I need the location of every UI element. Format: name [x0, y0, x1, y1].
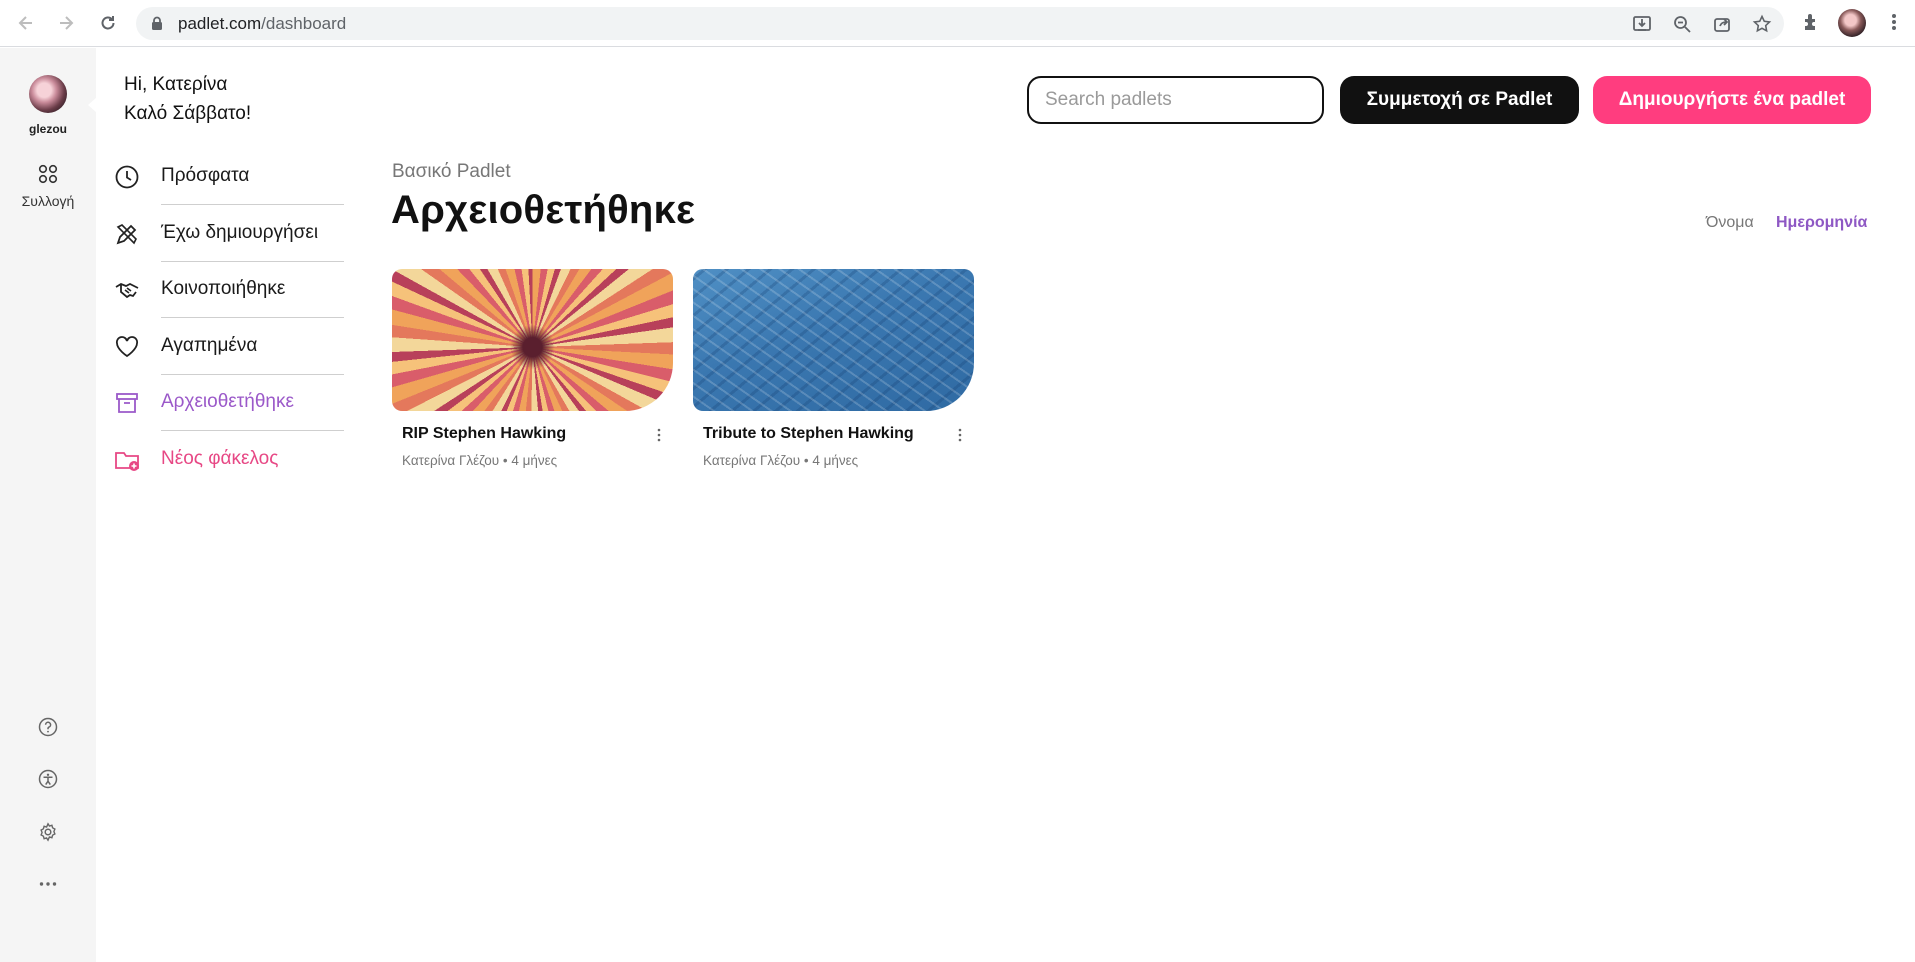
nav-item-label: Έχω δημιουργήσει [161, 221, 319, 243]
page-title: Αρχειοθετήθηκε [391, 188, 696, 232]
nav-divider [161, 317, 344, 318]
rail-username: glezou [29, 122, 67, 136]
greeting-day: Καλό Σάββατο! [124, 103, 252, 124]
nav-item-label: Κοινοποιήθηκε [161, 278, 286, 299]
more-vertical-icon[interactable] [952, 427, 968, 443]
padlet-meta: Κατερίνα Γλέζου • 4 μήνες [402, 453, 558, 468]
extensions-icon[interactable] [1801, 11, 1823, 33]
lock-icon [152, 16, 162, 30]
search-input[interactable] [1027, 76, 1324, 124]
accessibility-icon[interactable] [38, 769, 58, 789]
handshake-icon [115, 282, 139, 299]
nav-divider [161, 260, 344, 262]
clock-icon [115, 165, 139, 189]
nav-item-created[interactable]: Έχω δημιουργήσει [114, 215, 344, 272]
nav-divider [161, 373, 344, 375]
rail-notch [88, 98, 96, 112]
nav-item-shared[interactable]: Κοινοποιήθηκε [114, 271, 344, 328]
more-vertical-icon[interactable] [651, 427, 667, 443]
heart-icon [116, 335, 138, 357]
browser-menu-icon[interactable] [1883, 11, 1905, 33]
help-icon[interactable] [38, 717, 58, 737]
bookmark-star-icon[interactable] [1752, 14, 1772, 34]
reload-icon[interactable] [96, 11, 120, 35]
greeting-name: Hi, Κατερίνα [124, 74, 228, 95]
sort-by-name[interactable]: Όνομα [1706, 214, 1754, 232]
nav-divider [161, 204, 344, 205]
padlet-title[interactable]: RIP Stephen Hawking [402, 425, 566, 443]
nav-item-favorites[interactable]: Αγαπημένα [114, 328, 344, 385]
folder-nav: Πρόσφατα Έχω δημιουργήσει Κοινοποιήθηκε … [114, 158, 344, 497]
nav-item-label: Νέος φάκελος [161, 447, 279, 469]
join-padlet-button[interactable]: Συμμετοχή σε Padlet [1340, 76, 1579, 124]
browser-toolbar: padlet.com/dashboard [0, 0, 1915, 47]
collection-icon[interactable] [38, 164, 58, 184]
user-avatar[interactable] [29, 75, 67, 113]
nav-item-label: Αγαπημένα [161, 334, 258, 356]
profile-avatar[interactable] [1838, 9, 1866, 37]
archive-icon [116, 393, 138, 413]
collection-label[interactable]: Συλλογή [0, 193, 96, 209]
pencil-ruler-icon [116, 223, 137, 244]
address-bar[interactable]: padlet.com/dashboard [136, 7, 1784, 40]
nav-item-label: Αρχειοθετήθηκε [161, 391, 294, 412]
left-rail: glezou Συλλογή [0, 48, 96, 962]
sort-by-date[interactable]: Ημερομηνία [1776, 214, 1867, 232]
more-horizontal-icon[interactable] [38, 874, 58, 894]
padlet-card[interactable]: Tribute to Stephen Hawking Κατερίνα Γλέζ… [693, 269, 974, 468]
forward-icon[interactable] [54, 11, 78, 35]
share-icon[interactable] [1712, 14, 1732, 34]
create-padlet-button[interactable]: Δημιουργήστε ένα padlet [1593, 76, 1871, 124]
nav-item-archived[interactable]: Αρχειοθετήθηκε [114, 384, 344, 441]
back-icon[interactable] [14, 11, 38, 35]
folder-add-icon [115, 451, 139, 471]
address-url: padlet.com/dashboard [178, 14, 347, 33]
padlet-card[interactable]: RIP Stephen Hawking Κατερίνα Γλέζου • 4 … [392, 269, 673, 468]
padlet-meta: Κατερίνα Γλέζου • 4 μήνες [703, 453, 859, 468]
install-app-icon[interactable] [1632, 14, 1652, 34]
nav-divider [161, 430, 344, 431]
zoom-icon[interactable] [1672, 14, 1692, 34]
padlet-thumbnail[interactable] [392, 269, 673, 411]
padlet-title[interactable]: Tribute to Stephen Hawking [703, 425, 914, 443]
settings-gear-icon[interactable] [38, 822, 58, 842]
nav-item-label: Πρόσφατα [161, 165, 250, 186]
padlet-thumbnail[interactable] [693, 269, 974, 411]
breadcrumb: Βασικό Padlet [392, 161, 511, 182]
nav-item-new-folder[interactable]: Νέος φάκελος [114, 441, 344, 498]
nav-item-recent[interactable]: Πρόσφατα [114, 158, 344, 215]
